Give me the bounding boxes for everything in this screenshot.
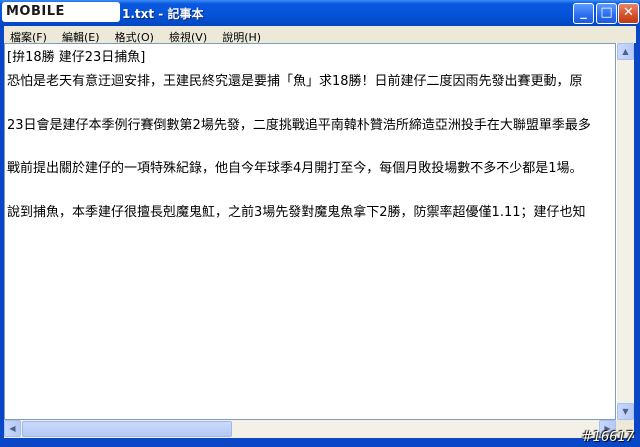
mobile01-logo: MOBILE xyxy=(2,2,120,22)
horizontal-scrollbar[interactable]: ◀ ▶ xyxy=(4,420,616,438)
title-bar[interactable]: MOBILE 1.txt - 記事本 _ □ ✕ xyxy=(0,0,640,26)
maximize-button[interactable]: □ xyxy=(596,3,617,24)
text-line: 23日會是建仔本季例行賽倒數第2場先發，二度挑戰追平南韓朴贊浩所締造亞洲投手在大… xyxy=(7,118,591,133)
text-line: [拚18勝 建仔23日捕魚] xyxy=(7,50,146,65)
minimize-icon: _ xyxy=(580,5,587,20)
text-editor[interactable]: [拚18勝 建仔23日捕魚] 恐怕是老天有意迂迴安排，王建民終究還是要捕「魚」求… xyxy=(4,43,616,420)
arrow-up-icon: ▲ xyxy=(622,47,629,56)
horizontal-scroll-thumb[interactable] xyxy=(22,421,232,437)
watermark: #16617 xyxy=(581,430,634,445)
arrow-left-icon: ◀ xyxy=(9,424,16,433)
scroll-down-button[interactable]: ▼ xyxy=(617,403,634,420)
logo-text: MOBILE xyxy=(6,4,65,19)
arrow-down-icon: ▼ xyxy=(622,407,629,416)
scroll-up-button[interactable]: ▲ xyxy=(617,43,634,60)
window-title: 1.txt - 記事本 xyxy=(122,7,204,21)
scroll-left-button[interactable]: ◀ xyxy=(4,420,21,437)
minimize-button[interactable]: _ xyxy=(573,3,594,24)
close-icon: ✕ xyxy=(623,5,634,20)
text-line: 說到捕魚，本季建仔很擅長剋魔鬼魟，之前3場先發對魔鬼魚拿下2勝，防禦率超優僅1.… xyxy=(7,205,586,220)
menu-bar: 檔案(F) 編輯(E) 格式(O) 檢視(V) 說明(H) xyxy=(4,26,636,44)
close-button[interactable]: ✕ xyxy=(618,3,639,24)
maximize-icon: □ xyxy=(600,5,613,20)
notepad-window: MOBILE 1.txt - 記事本 _ □ ✕ 檔案(F) 編輯(E) 格式(… xyxy=(0,0,640,447)
vertical-scrollbar[interactable]: ▲ ▼ xyxy=(616,43,634,420)
text-line: 恐怕是老天有意迂迴安排，王建民終究還是要捕「魚」求18勝！日前建仔二度因雨先發出… xyxy=(7,74,583,89)
text-line: 戰前提出關於建仔的一項特殊紀錄，他自今年球季4月開打至今，每個月敗投場數不多不少… xyxy=(7,161,583,176)
